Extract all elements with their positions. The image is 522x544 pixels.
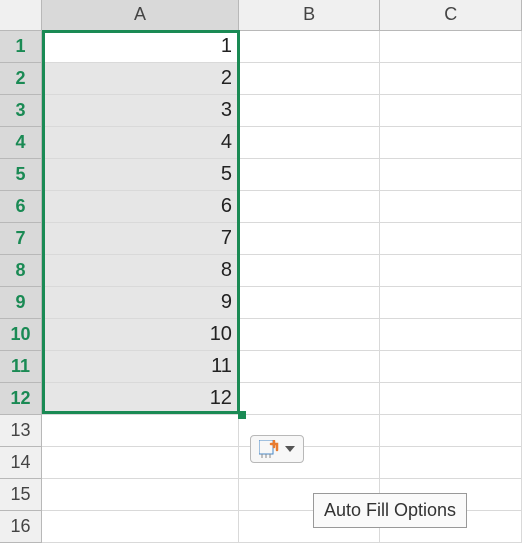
cell-c8[interactable] — [380, 254, 522, 286]
autofill-tooltip: Auto Fill Options — [313, 493, 467, 528]
row-header-16[interactable]: 16 — [0, 510, 42, 542]
cell-a10[interactable]: 10 — [42, 318, 239, 350]
cell-a4[interactable]: 4 — [42, 126, 239, 158]
cell-a1[interactable]: 1 — [42, 30, 239, 62]
select-all-corner[interactable] — [0, 0, 42, 30]
row-header-2[interactable]: 2 — [0, 62, 42, 94]
cell-b2[interactable] — [238, 62, 380, 94]
row-header-4[interactable]: 4 — [0, 126, 42, 158]
cell-a2[interactable]: 2 — [42, 62, 239, 94]
cell-c10[interactable] — [380, 318, 522, 350]
cell-a7[interactable]: 7 — [42, 222, 239, 254]
cell-a3[interactable]: 3 — [42, 94, 239, 126]
cell-c6[interactable] — [380, 190, 522, 222]
cell-a15[interactable] — [42, 478, 239, 510]
column-header-c[interactable]: C — [380, 0, 522, 30]
cell-c4[interactable] — [380, 126, 522, 158]
cell-b11[interactable] — [238, 350, 380, 382]
cell-b6[interactable] — [238, 190, 380, 222]
row-header-9[interactable]: 9 — [0, 286, 42, 318]
autofill-icon — [259, 440, 281, 458]
cell-a9[interactable]: 9 — [42, 286, 239, 318]
column-header-a[interactable]: A — [42, 0, 239, 30]
row-header-15[interactable]: 15 — [0, 478, 42, 510]
row-header-3[interactable]: 3 — [0, 94, 42, 126]
row-header-13[interactable]: 13 — [0, 414, 42, 446]
cell-c5[interactable] — [380, 158, 522, 190]
fill-handle[interactable] — [238, 411, 246, 419]
cell-b1[interactable] — [238, 30, 380, 62]
cell-c13[interactable] — [380, 414, 522, 446]
row-header-11[interactable]: 11 — [0, 350, 42, 382]
row-header-10[interactable]: 10 — [0, 318, 42, 350]
row-header-1[interactable]: 1 — [0, 30, 42, 62]
cell-c9[interactable] — [380, 286, 522, 318]
cell-b12[interactable] — [238, 382, 380, 414]
cell-b8[interactable] — [238, 254, 380, 286]
row-header-6[interactable]: 6 — [0, 190, 42, 222]
cell-a8[interactable]: 8 — [42, 254, 239, 286]
cell-a11[interactable]: 11 — [42, 350, 239, 382]
cell-a12[interactable]: 12 — [42, 382, 239, 414]
cell-c3[interactable] — [380, 94, 522, 126]
row-header-12[interactable]: 12 — [0, 382, 42, 414]
cell-b7[interactable] — [238, 222, 380, 254]
cell-a6[interactable]: 6 — [42, 190, 239, 222]
cell-c14[interactable] — [380, 446, 522, 478]
cell-c7[interactable] — [380, 222, 522, 254]
cell-a5[interactable]: 5 — [42, 158, 239, 190]
cell-a13[interactable] — [42, 414, 239, 446]
cell-b10[interactable] — [238, 318, 380, 350]
row-header-5[interactable]: 5 — [0, 158, 42, 190]
row-header-14[interactable]: 14 — [0, 446, 42, 478]
row-header-8[interactable]: 8 — [0, 254, 42, 286]
row-header-7[interactable]: 7 — [0, 222, 42, 254]
chevron-down-icon — [285, 446, 295, 452]
cell-a16[interactable] — [42, 510, 239, 542]
column-header-b[interactable]: B — [238, 0, 380, 30]
cell-c11[interactable] — [380, 350, 522, 382]
cell-b5[interactable] — [238, 158, 380, 190]
cell-c1[interactable] — [380, 30, 522, 62]
cell-b9[interactable] — [238, 286, 380, 318]
cell-b4[interactable] — [238, 126, 380, 158]
cell-b3[interactable] — [238, 94, 380, 126]
cell-c2[interactable] — [380, 62, 522, 94]
cell-a14[interactable] — [42, 446, 239, 478]
cell-c12[interactable] — [380, 382, 522, 414]
autofill-options-button[interactable] — [250, 435, 304, 463]
